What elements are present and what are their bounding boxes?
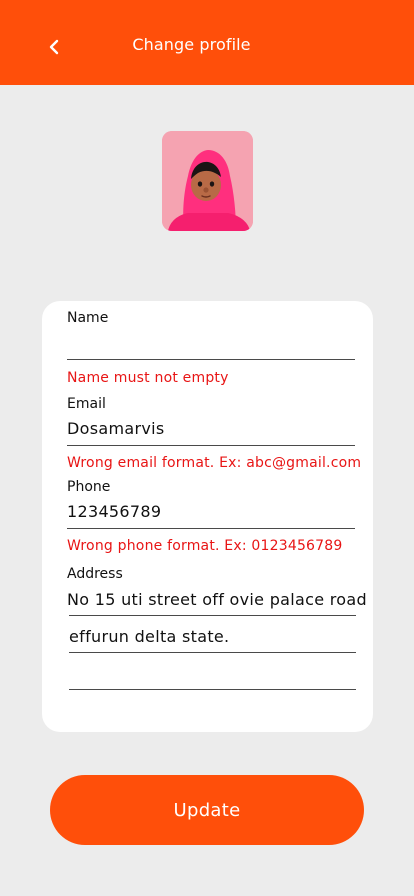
address-line1-input[interactable]: No 15 uti street off ovie palace road xyxy=(67,590,367,609)
email-input[interactable]: Dosamarvis xyxy=(67,419,164,438)
user-avatar-icon xyxy=(162,131,253,231)
email-error-text: Wrong email format. Ex: abc@gmail.com xyxy=(67,455,362,471)
name-error-text: Name must not empty xyxy=(67,370,229,386)
name-field-underline xyxy=(67,359,355,360)
address-line2-underline xyxy=(69,652,356,653)
phone-field-underline xyxy=(67,528,355,529)
email-field-underline xyxy=(67,445,355,446)
address-line3-underline xyxy=(69,689,356,690)
phone-input[interactable]: 123456789 xyxy=(67,502,161,521)
phone-label: Phone xyxy=(67,479,111,495)
app-header: Change profile xyxy=(0,0,414,85)
update-button-label: Update xyxy=(173,799,241,821)
email-label: Email xyxy=(67,396,106,412)
address-line1-underline xyxy=(69,615,356,616)
page-title: Change profile xyxy=(132,35,251,54)
update-button[interactable]: Update xyxy=(50,775,364,845)
avatar[interactable] xyxy=(162,131,253,231)
name-label: Name xyxy=(67,310,109,326)
profile-form-card: Name Name must not empty Email Dosamarvi… xyxy=(42,301,373,732)
address-line2-input[interactable]: effurun delta state. xyxy=(69,627,229,646)
phone-error-text: Wrong phone format. Ex: 0123456789 xyxy=(67,538,343,554)
address-label: Address xyxy=(67,566,123,582)
